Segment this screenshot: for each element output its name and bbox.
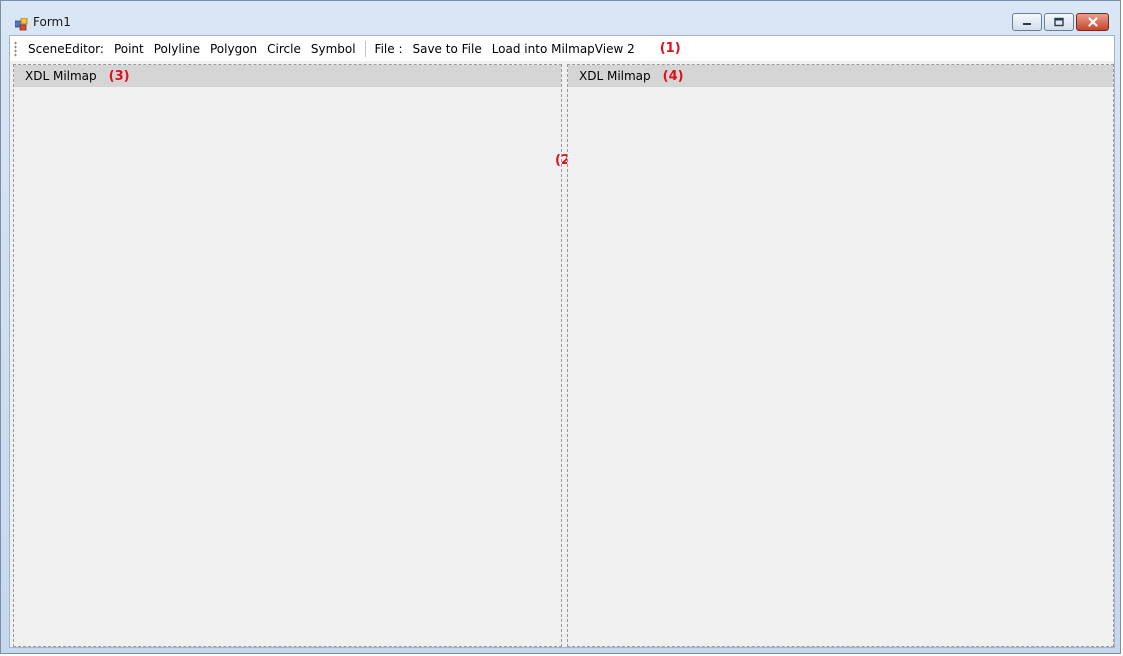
annotation-label-3: (3) (108, 68, 130, 84)
left-map-view[interactable] (14, 87, 561, 646)
maximize-button[interactable] (1044, 13, 1074, 31)
close-button[interactable] (1076, 13, 1109, 31)
left-panel-header: XDL Milmap (3) (14, 65, 561, 87)
left-milmap-panel: XDL Milmap (3) (13, 64, 562, 647)
menu-load-into-milmapview2[interactable]: Load into MilmapView 2 (487, 42, 640, 56)
window-controls (1010, 13, 1109, 31)
menu-polygon[interactable]: Polygon (205, 42, 262, 56)
menu-polyline[interactable]: Polyline (149, 42, 205, 56)
menu-save-to-file[interactable]: Save to File (407, 42, 486, 56)
client-area: SceneEditor: Point Polyline Polygon Circ… (9, 35, 1115, 648)
menu-scene-editor[interactable]: SceneEditor: (23, 42, 109, 56)
menu-bar: SceneEditor: Point Polyline Polygon Circ… (10, 36, 1114, 61)
close-icon (1087, 17, 1098, 27)
menu-symbol[interactable]: Symbol (306, 42, 361, 56)
menu-circle[interactable]: Circle (262, 42, 306, 56)
right-panel-header: XDL Milmap (4) (568, 65, 1113, 87)
menu-separator (364, 40, 366, 57)
maximize-icon (1054, 17, 1064, 27)
left-panel-title: XDL Milmap (25, 69, 97, 83)
minimize-icon (1023, 23, 1031, 25)
toolbar-grip[interactable] (14, 40, 17, 57)
menu-file[interactable]: File : (370, 42, 408, 56)
form-app-icon (14, 16, 28, 31)
right-panel-title: XDL Milmap (579, 69, 651, 83)
app-window: Form1 SceneEditor: Point Polyline Polygo… (0, 0, 1121, 654)
menu-point[interactable]: Point (109, 42, 149, 56)
title-bar[interactable]: Form1 (1, 1, 1120, 35)
annotation-label-4: (4) (662, 68, 684, 84)
window-title: Form1 (33, 15, 71, 29)
minimize-button[interactable] (1012, 13, 1042, 31)
right-milmap-panel: XDL Milmap (4) (567, 64, 1114, 647)
annotation-label-1: (1) (659, 41, 681, 56)
right-map-view[interactable] (568, 87, 1113, 646)
